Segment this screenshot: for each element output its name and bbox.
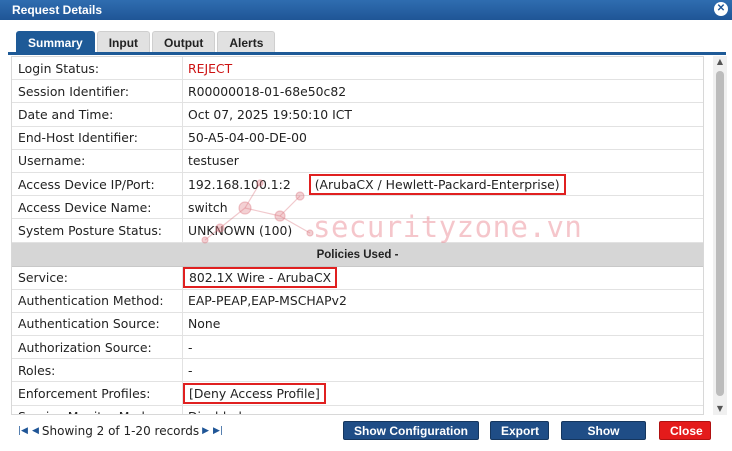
first-page-icon[interactable]: |◀ xyxy=(17,426,29,436)
table-row: Access Device IP/Port: 192.168.100.1:2 (… xyxy=(12,172,703,197)
username-value: testuser xyxy=(188,153,239,169)
enforcement-profiles-value: [Deny Access Profile] xyxy=(183,382,326,405)
table-row: Login Status: REJECT xyxy=(12,57,703,81)
login-status-value: REJECT xyxy=(188,60,233,76)
row-label: Access Device Name: xyxy=(12,196,183,219)
row-label: End-Host Identifier: xyxy=(12,126,183,149)
row-label: Authorization Source: xyxy=(12,336,183,359)
table-row: Username: testuser xyxy=(12,149,703,173)
show-configuration-button[interactable]: Show Configuration xyxy=(343,421,479,440)
row-label: Roles: xyxy=(12,359,183,382)
posture-status-value: UNKNOWN (100) xyxy=(188,222,293,238)
device-vendor-highlight: (ArubaCX / Hewlett-Packard-Enterprise) xyxy=(308,173,566,195)
dialog-footer: |◀ ◀ Showing 2 of 1-20 records ▶ ▶| Show… xyxy=(0,418,732,451)
row-label: Service Monitor Mode: xyxy=(12,405,183,414)
monitor-mode-value: Disabled xyxy=(183,406,242,414)
close-button[interactable]: Close xyxy=(659,421,711,440)
service-highlight: 802.1X Wire - ArubaCX xyxy=(183,267,338,289)
details-panel[interactable]: Login Status: REJECT Session Identifier:… xyxy=(11,56,704,415)
access-device-ip-value: 192.168.100.1:2 (ArubaCX / Hewlett-Packa… xyxy=(183,173,566,195)
tab-input[interactable]: Input xyxy=(96,31,151,53)
row-label: Login Status: xyxy=(12,57,183,80)
row-label: Service: xyxy=(12,266,183,289)
auth-source-value: None xyxy=(188,316,221,332)
last-page-icon[interactable]: ▶| xyxy=(212,426,224,436)
prev-page-icon[interactable]: ◀ xyxy=(31,426,40,436)
row-label: Authentication Source: xyxy=(12,312,183,336)
service-value: 802.1X Wire - ArubaCX xyxy=(183,267,338,289)
pager: |◀ ◀ Showing 2 of 1-20 records ▶ ▶| xyxy=(17,424,224,438)
scroll-thumb[interactable] xyxy=(716,71,724,396)
vertical-scrollbar[interactable]: ▲ ▼ xyxy=(713,56,727,415)
table-row: Enforcement Profiles: [Deny Access Profi… xyxy=(12,382,703,406)
tab-summary[interactable]: Summary xyxy=(16,31,95,53)
enforcement-highlight: [Deny Access Profile] xyxy=(183,383,326,405)
table-row: Service Monitor Mode: Disabled xyxy=(12,405,703,414)
row-label: Date and Time: xyxy=(12,103,183,126)
export-button[interactable]: Export xyxy=(490,421,549,440)
table-row: Access Device Name: switch xyxy=(12,196,703,220)
table-row: Authentication Source: None xyxy=(12,312,703,337)
roles-value: - xyxy=(188,362,193,378)
end-host-id-value: 50-A5-04-00-DE-00 xyxy=(188,130,307,146)
tab-output[interactable]: Output xyxy=(152,31,216,53)
row-label-text: Date and Time: xyxy=(18,106,114,122)
row-label: Username: xyxy=(12,149,183,172)
table-row: Authorization Source: - xyxy=(12,336,703,360)
ip-port-text: 192.168.100.1:2 xyxy=(188,176,291,192)
table-row: Date and Time: Oct 07, 2025 19:50:10 ICT xyxy=(12,103,703,127)
scroll-down-icon[interactable]: ▼ xyxy=(713,403,727,415)
row-label: Enforcement Profiles: xyxy=(12,382,183,405)
tab-alerts[interactable]: Alerts xyxy=(217,31,276,53)
row-label: System Posture Status: xyxy=(12,219,183,242)
table-row: System Posture Status: UNKNOWN (100) xyxy=(12,219,703,243)
scroll-up-icon[interactable]: ▲ xyxy=(713,56,727,68)
table-row: End-Host Identifier: 50-A5-04-00-DE-00 xyxy=(12,126,703,150)
auth-method-value: EAP-PEAP,EAP-MSCHAPv2 xyxy=(188,293,347,309)
tab-bar: Summary Input Output Alerts xyxy=(16,31,276,53)
table-row: Session Identifier: R00000018-01-68e50c8… xyxy=(12,80,703,104)
row-label: Access Device IP/Port: xyxy=(12,172,183,196)
next-page-icon[interactable]: ▶ xyxy=(201,426,210,436)
window-close-icon[interactable]: ✕ xyxy=(714,2,728,16)
tab-underline xyxy=(8,52,726,55)
window-titlebar: Request Details ✕ xyxy=(0,0,732,20)
access-device-name-value: switch xyxy=(188,199,228,215)
pager-text: Showing 2 of 1-20 records xyxy=(41,424,200,438)
date-time-value: Oct 07, 2025 19:50:10 ICT xyxy=(188,106,352,122)
policies-section-header: Policies Used - xyxy=(12,242,703,267)
table-row: Service: 802.1X Wire - ArubaCX xyxy=(12,266,703,290)
session-id-value: R00000018-01-68e50c82 xyxy=(188,83,347,99)
table-row: Roles: - xyxy=(12,359,703,383)
row-label: Authentication Method: xyxy=(12,289,183,312)
table-row: Authentication Method: EAP-PEAP,EAP-MSCH… xyxy=(12,289,703,313)
row-label: Session Identifier: xyxy=(12,80,183,103)
show-logs-button[interactable]: Show Logs xyxy=(561,421,646,451)
authz-source-value: - xyxy=(188,339,193,355)
window-title: Request Details xyxy=(12,3,103,17)
